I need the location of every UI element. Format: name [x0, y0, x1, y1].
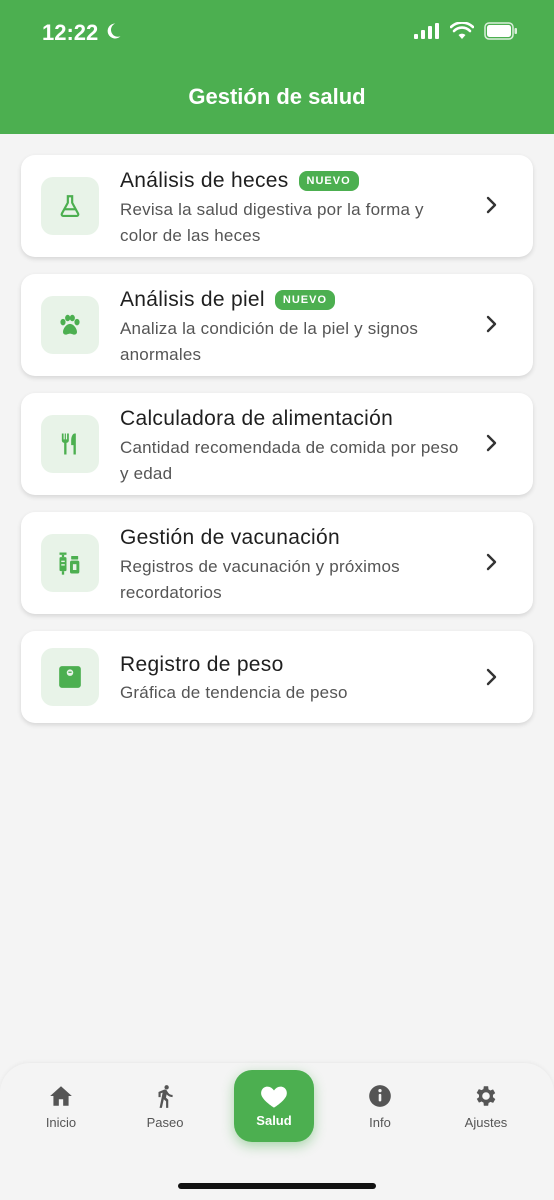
nav-label: Salud — [256, 1113, 292, 1128]
nav-item-ajustes[interactable]: Ajustes — [446, 1083, 526, 1130]
status-indicators — [414, 21, 518, 45]
card-stool-analysis[interactable]: Análisis de heces NUEVO Revisa la salud … — [21, 155, 533, 257]
card-description: Cantidad recomendada de comida por peso … — [120, 438, 459, 483]
card-title: Registro de peso — [120, 653, 284, 676]
info-icon — [369, 1085, 391, 1107]
flask-icon — [41, 177, 99, 235]
status-time-text: 12:22 — [42, 20, 99, 45]
card-vaccination[interactable]: Gestión de vacunación Registros de vacun… — [21, 512, 533, 614]
card-feeding-calculator[interactable]: Calculadora de alimentación Cantidad rec… — [21, 393, 533, 495]
card-description: Registros de vacunación y próximos recor… — [120, 557, 400, 602]
card-title-row: Calculadora de alimentación — [120, 407, 393, 431]
scale-icon — [41, 648, 99, 706]
chevron-right-icon — [485, 552, 497, 577]
gear-icon — [476, 1086, 496, 1106]
chevron-right-icon — [485, 314, 497, 339]
heart-icon — [261, 1086, 287, 1108]
nav-item-paseo[interactable]: Paseo — [125, 1083, 205, 1130]
chevron-right-icon — [485, 195, 497, 220]
status-time: 12:22 — [42, 20, 122, 46]
card-title: Gestión de vacunación — [120, 526, 340, 549]
page-title: Gestión de salud — [188, 84, 366, 109]
nav-item-inicio[interactable]: Inicio — [21, 1083, 101, 1130]
paw-icon — [41, 296, 99, 354]
card-description: Gráfica de tendencia de peso — [120, 683, 348, 702]
card-title-row: Registro de peso — [120, 653, 284, 677]
card-description: Revisa la salud digestiva por la forma y… — [120, 200, 424, 245]
bottom-nav: Inicio Paseo Salud Info Ajustes — [0, 1063, 554, 1200]
nav-label: Inicio — [45, 1115, 77, 1130]
walk-icon — [158, 1085, 173, 1108]
card-description: Analiza la condición de la piel y signos… — [120, 319, 419, 364]
card-title: Análisis de piel — [120, 288, 265, 311]
card-title: Calculadora de alimentación — [120, 407, 394, 430]
card-weight-log[interactable]: Registro de peso Gráfica de tendencia de… — [21, 631, 533, 723]
chevron-right-icon — [485, 433, 497, 458]
chevron-right-icon — [485, 667, 497, 692]
card-title-row: Gestión de vacunación — [120, 526, 340, 550]
app-header: 12:22 Gestión de salud — [0, 0, 554, 134]
new-badge: NUEVO — [274, 290, 336, 310]
nav-label: Paseo — [146, 1115, 184, 1130]
wifi-icon — [449, 21, 475, 45]
card-title: Análisis de heces — [120, 169, 289, 192]
vaccine-icon — [41, 534, 99, 592]
card-title-row: Análisis de heces NUEVO — [120, 169, 359, 193]
new-badge: NUEVO — [298, 171, 359, 191]
nav-item-info[interactable]: Info — [340, 1083, 420, 1130]
moon-icon — [104, 20, 122, 46]
home-icon — [50, 1086, 72, 1106]
nav-label: Info — [369, 1115, 391, 1130]
utensils-icon — [41, 415, 99, 473]
card-title-row: Análisis de piel NUEVO — [120, 288, 336, 312]
nav-item-salud[interactable]: Salud — [234, 1070, 314, 1142]
signal-icon — [414, 23, 440, 44]
battery-icon — [484, 22, 518, 45]
home-indicator — [178, 1183, 376, 1189]
card-skin-analysis[interactable]: Análisis de piel NUEVO Analiza la condic… — [21, 274, 533, 376]
nav-label: Ajustes — [464, 1115, 508, 1130]
